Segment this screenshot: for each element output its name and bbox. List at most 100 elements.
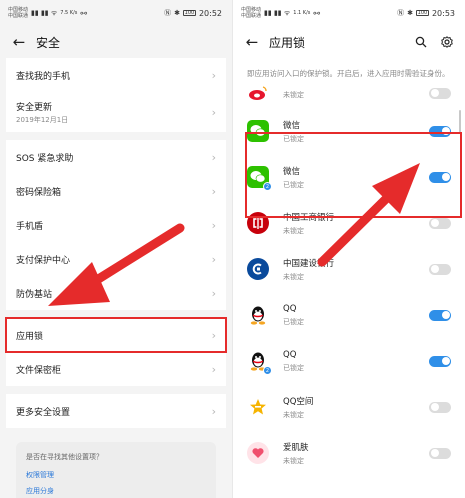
- app-row-qq-clone[interactable]: 2 QQ 已锁定: [233, 338, 465, 384]
- settings-group-3: 应用锁 › 文件保密柜 ›: [5, 317, 227, 386]
- app-lock-screen: 中国移动 中国联通 ▮▮ ▮▮ ᯤ 1.1 K/s ⚯ Ⓝ ✱ 100 20:5…: [233, 0, 465, 498]
- app-bar: ← 安全: [0, 26, 232, 58]
- app-name: QQ空间: [283, 396, 314, 407]
- item-label: 密码保险箱: [16, 187, 62, 198]
- gear-icon[interactable]: [441, 33, 453, 52]
- find-my-phone-item[interactable]: 查找我的手机 ›: [6, 58, 226, 92]
- nfc-icon: Ⓝ: [397, 9, 405, 17]
- suggestion-box: 是否在寻找其他设置项？ 权限管理 应用分身: [16, 442, 216, 498]
- app-name: QQ: [283, 349, 297, 360]
- back-arrow-icon[interactable]: ←: [245, 33, 259, 51]
- lock-state: 未锁定: [283, 410, 304, 419]
- qzone-icon: [247, 396, 269, 418]
- ccb-icon: [247, 258, 269, 280]
- app-name: 微信: [283, 120, 301, 131]
- item-label: 应用锁: [16, 331, 44, 342]
- app-row-weibo[interactable]: 未锁定: [233, 78, 465, 108]
- battery-icon: 100: [182, 10, 196, 16]
- lock-state: 已锁定: [283, 363, 304, 372]
- lock-toggle[interactable]: [429, 447, 451, 459]
- app-twin-link[interactable]: 应用分身: [26, 486, 206, 496]
- chevron-right-icon: ›: [211, 150, 216, 164]
- chevron-right-icon: ›: [211, 252, 216, 266]
- aijifu-icon: [247, 442, 269, 464]
- carrier-2: 中国联通: [241, 13, 262, 19]
- item-label: 手机盾: [16, 221, 44, 232]
- app-row-qq[interactable]: QQ 已锁定: [233, 292, 465, 338]
- password-vault-item[interactable]: 密码保险箱 ›: [6, 174, 226, 208]
- back-arrow-icon[interactable]: ←: [12, 33, 26, 51]
- signal-icon: ▮▮ ▮▮ ᯤ: [31, 8, 58, 17]
- lock-state: 未锁定: [283, 456, 304, 465]
- dnd-icon: ⚯: [80, 8, 88, 18]
- lock-toggle[interactable]: [429, 401, 451, 413]
- chevron-right-icon: ›: [211, 404, 216, 418]
- lock-toggle[interactable]: [429, 309, 451, 321]
- security-screen: 中国移动 中国联通 ▮▮ ▮▮ ᯤ 7.5 K/s ⚯ Ⓝ ✱ 100 20:5…: [0, 0, 232, 498]
- clock: 20:52: [198, 8, 222, 18]
- security-update-item[interactable]: 安全更新 2019年12月1日 ›: [6, 92, 226, 132]
- chevron-right-icon: ›: [211, 184, 216, 198]
- phone-shield-item[interactable]: 手机盾 ›: [6, 208, 226, 242]
- weibo-icon: [247, 82, 269, 104]
- net-speed: 1.1 K/s: [293, 10, 311, 16]
- suggestion-question: 是否在寻找其他设置项？: [26, 453, 103, 461]
- sos-item[interactable]: SOS 紧急求助 ›: [6, 140, 226, 174]
- app-lock-item[interactable]: 应用锁 ›: [5, 317, 227, 353]
- search-icon[interactable]: [415, 33, 427, 52]
- item-label: 更多安全设置: [16, 407, 71, 418]
- item-label: SOS 紧急求助: [16, 153, 74, 164]
- payment-protection-item[interactable]: 支付保护中心 ›: [6, 242, 226, 276]
- app-bar: ← 应用锁: [233, 26, 465, 58]
- chevron-right-icon: ›: [211, 328, 216, 342]
- status-bar: 中国移动 中国联通 ▮▮ ▮▮ ᯤ 7.5 K/s ⚯ Ⓝ ✱ 100 20:5…: [0, 0, 232, 26]
- lock-toggle[interactable]: [429, 217, 451, 229]
- status-bar: 中国移动 中国联通 ▮▮ ▮▮ ᯤ 1.1 K/s ⚯ Ⓝ ✱ 100 20:5…: [233, 0, 465, 26]
- settings-group-2: SOS 紧急求助 › 密码保险箱 › 手机盾 › 支付保护中心 › 防伪基站 ›: [6, 140, 226, 310]
- scrollbar[interactable]: [459, 110, 461, 134]
- lock-toggle[interactable]: [429, 355, 451, 367]
- app-name: 爱肌肤: [283, 442, 309, 453]
- qq-clone-icon: 2: [247, 350, 272, 375]
- chevron-right-icon: ›: [211, 362, 216, 376]
- lock-state: 未锁定: [283, 272, 304, 281]
- app-row-ccb[interactable]: 中国建设银行 未锁定: [233, 246, 465, 292]
- item-label: 文件保密柜: [16, 365, 62, 376]
- wechat-highlight-box: [245, 132, 462, 218]
- file-safe-item[interactable]: 文件保密柜 ›: [6, 352, 226, 386]
- app-row-qzone[interactable]: QQ空间 未锁定: [233, 384, 465, 430]
- lock-state: 未锁定: [283, 90, 304, 99]
- qq-icon: [247, 304, 269, 326]
- nfc-icon: Ⓝ: [164, 9, 172, 17]
- lock-toggle[interactable]: [429, 87, 451, 99]
- clone-badge-icon: 2: [263, 366, 272, 375]
- chevron-right-icon: ›: [211, 105, 216, 119]
- settings-group-4: 更多安全设置 ›: [6, 394, 226, 428]
- carrier-2: 中国联通: [8, 13, 29, 19]
- item-label: 查找我的手机: [16, 71, 71, 82]
- net-speed: 7.5 K/s: [60, 10, 78, 16]
- clock: 20:53: [431, 8, 455, 18]
- item-label: 安全更新: [16, 102, 53, 113]
- item-label: 支付保护中心: [16, 255, 71, 266]
- fake-base-station-item[interactable]: 防伪基站 ›: [6, 276, 226, 310]
- bluetooth-icon: ✱: [407, 9, 413, 17]
- page-title: 安全: [36, 35, 61, 50]
- app-row-aijifu[interactable]: 爱肌肤 未锁定: [233, 430, 465, 476]
- page-title: 应用锁: [269, 35, 306, 50]
- permission-management-link[interactable]: 权限管理: [26, 470, 206, 480]
- lock-toggle[interactable]: [429, 263, 451, 275]
- app-name: 中国建设银行: [283, 258, 335, 269]
- battery-icon: 100: [415, 10, 429, 16]
- item-label: 防伪基站: [16, 289, 53, 300]
- signal-icon: ▮▮ ▮▮ ᯤ: [264, 8, 291, 17]
- item-sub: 2019年12月1日: [16, 115, 69, 124]
- lock-state: 未锁定: [283, 226, 304, 235]
- chevron-right-icon: ›: [211, 68, 216, 82]
- more-security-item[interactable]: 更多安全设置 ›: [6, 394, 226, 428]
- chevron-right-icon: ›: [211, 218, 216, 232]
- app-name: QQ: [283, 303, 297, 314]
- bluetooth-icon: ✱: [174, 9, 180, 17]
- dnd-icon: ⚯: [313, 8, 321, 18]
- chevron-right-icon: ›: [211, 286, 216, 300]
